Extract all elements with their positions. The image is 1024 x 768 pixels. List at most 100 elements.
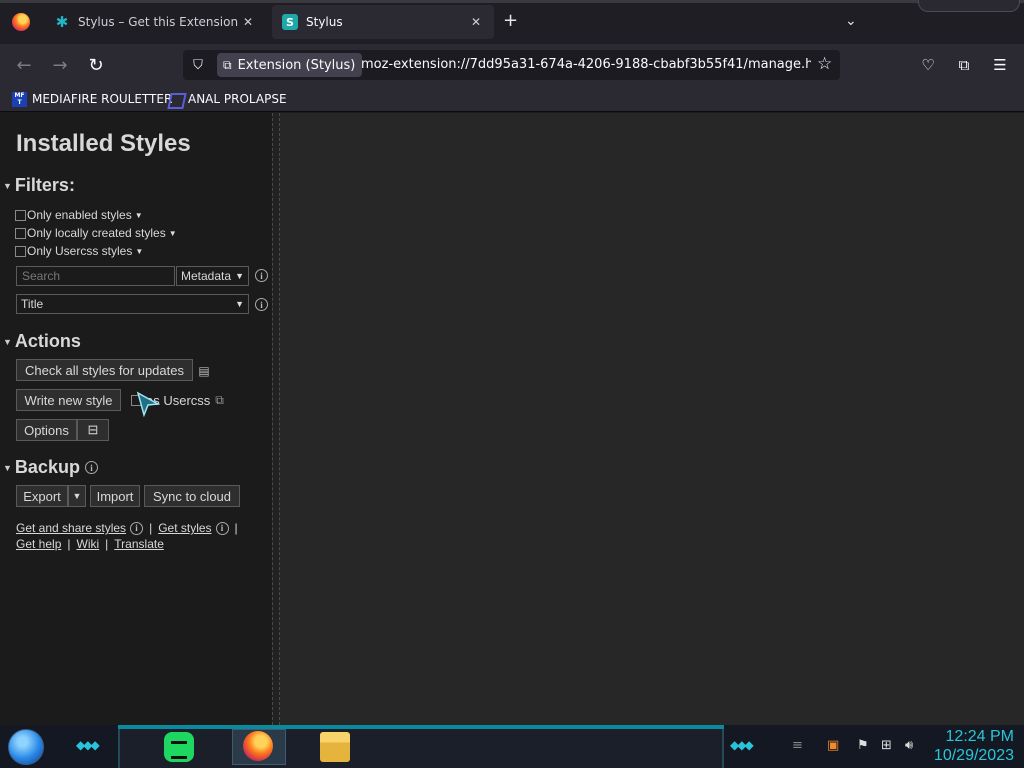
bookmark-second[interactable]: ANAL PROLAPSE xyxy=(168,90,287,108)
wiki-link[interactable]: Wiki xyxy=(77,537,100,551)
chevrons-icon: ◆◆◆ xyxy=(730,738,754,752)
bookmark-label: ANAL PROLAPSE xyxy=(188,92,287,106)
filter-local[interactable]: Only locally created styles ▼ xyxy=(15,225,177,241)
menu-icon[interactable]: ☰ xyxy=(989,54,1011,76)
pocket-icon[interactable]: ♡ xyxy=(917,54,939,76)
filters-heading[interactable]: ▼ Filters: xyxy=(3,175,75,196)
separator: | xyxy=(105,537,109,551)
flag-icon[interactable]: ⚑ xyxy=(857,738,869,753)
puzzle-icon: ✱ xyxy=(55,13,69,31)
triangle-down-icon: ▼ xyxy=(3,462,12,473)
search-mode-value: Metadata xyxy=(181,269,232,283)
popup-options-icon[interactable]: ⊟ xyxy=(77,419,109,441)
close-icon[interactable]: ✕ xyxy=(240,14,256,30)
separator: | xyxy=(67,537,71,551)
clock-date: 10/29/2023 xyxy=(933,747,1014,764)
options-button[interactable]: Options xyxy=(16,419,77,441)
info-icon[interactable]: i xyxy=(255,298,268,311)
shield-icon[interactable]: ⛉ xyxy=(189,56,207,74)
export-menu-caret[interactable]: ▼ xyxy=(68,485,86,507)
new-tab-button[interactable]: + xyxy=(503,11,518,31)
update-history-icon[interactable]: ▤ xyxy=(196,363,212,379)
caret-down-icon[interactable]: ▼ xyxy=(169,229,177,238)
forward-button[interactable]: → xyxy=(49,54,71,76)
taskbar: ◆◆◆ ◆◆◆ ≡ ▣ ⚑ ⊞ 🔊︎ 12:24 PM 10/29/2023 xyxy=(0,725,1024,768)
url-text[interactable]: moz-extension://7dd95a31-674a-4206-9188-… xyxy=(361,57,811,72)
clock-time: 12:24 PM xyxy=(945,728,1014,745)
links-row-1: Get and share styles i | Get styles i | xyxy=(16,521,244,535)
page-content: Installed Styles ▼ Filters: Only enabled… xyxy=(0,113,1024,725)
start-button[interactable] xyxy=(8,729,44,765)
sidebar-resize-handle[interactable] xyxy=(272,113,280,725)
sort-value: Title xyxy=(21,297,44,311)
caret-down-icon[interactable]: ▼ xyxy=(135,211,143,220)
info-icon[interactable]: i xyxy=(255,269,268,282)
back-button[interactable]: ← xyxy=(13,54,35,76)
close-icon[interactable]: ✕ xyxy=(468,14,484,30)
filter-usercss[interactable]: Only Usercss styles ▼ xyxy=(15,243,143,259)
star-icon[interactable]: ☆ xyxy=(817,54,832,74)
separator: | xyxy=(149,521,153,535)
filter-local-label: Only locally created styles xyxy=(27,226,166,240)
info-icon[interactable]: i xyxy=(130,521,144,535)
get-styles-link[interactable]: Get styles xyxy=(158,521,211,535)
chevron-down-icon[interactable]: ⌄ xyxy=(845,13,857,29)
firefox-icon[interactable] xyxy=(12,13,30,31)
extensions-icon[interactable]: ⧉ xyxy=(953,54,975,76)
info-icon[interactable]: i xyxy=(215,521,229,535)
search-mode-select[interactable]: Metadata ▼ xyxy=(176,266,249,286)
firefox-app-icon[interactable] xyxy=(243,731,273,761)
backup-heading-label: Backup xyxy=(14,457,80,477)
caret-down-icon[interactable]: ▼ xyxy=(135,247,143,256)
puzzle-icon: ⧉ xyxy=(223,57,232,72)
actions-heading-label: Actions xyxy=(14,331,81,351)
page-title: Installed Styles xyxy=(16,130,191,157)
styles-list-area xyxy=(280,113,1024,725)
bookmarks-bar: MF T MEDIAFIRE ROULETTER ANAL PROLAPSE xyxy=(0,86,1024,112)
screen: ✱ Stylus – Get this Extension for ✕ S St… xyxy=(0,0,1024,768)
sync-cloud-button[interactable]: Sync to cloud xyxy=(144,485,240,507)
write-new-style-button[interactable]: Write new style xyxy=(16,389,121,411)
export-button[interactable]: Export xyxy=(16,485,68,507)
tray-app-icon[interactable]: ▣ xyxy=(827,738,839,753)
clock[interactable]: 12:24 PM 10/29/2023 xyxy=(934,727,1014,765)
network-icon[interactable]: ⊞ xyxy=(881,738,892,753)
bookmark-label: MEDIAFIRE ROULETTER xyxy=(32,92,173,106)
tab-stylus-addon[interactable]: ✱ Stylus – Get this Extension for ✕ xyxy=(44,5,266,39)
identity-badge[interactable]: ⧉ Extension (Stylus) xyxy=(217,53,363,77)
mouse-cursor-icon xyxy=(136,391,160,417)
search-input[interactable]: Search xyxy=(16,266,175,286)
check-updates-button[interactable]: Check all styles for updates xyxy=(16,359,193,381)
window-controls[interactable] xyxy=(918,0,1020,12)
info-icon[interactable]: i xyxy=(84,461,98,474)
spotify-app-icon[interactable] xyxy=(164,732,194,762)
separator: | xyxy=(234,521,238,535)
file-explorer-icon[interactable] xyxy=(320,732,350,762)
show-hidden-icons[interactable]: ≡ xyxy=(792,738,803,753)
tab-stylus[interactable]: S Stylus ✕ xyxy=(272,5,494,39)
bookmark-mediafire[interactable]: MF T MEDIAFIRE ROULETTER xyxy=(12,90,172,108)
caret-down-icon: ▼ xyxy=(235,299,244,309)
filter-enabled-checkbox[interactable] xyxy=(15,209,26,221)
get-share-styles-link[interactable]: Get and share styles xyxy=(16,521,126,535)
filter-enabled[interactable]: Only enabled styles ▼ xyxy=(15,207,143,223)
backup-heading[interactable]: ▼ Backup i xyxy=(3,457,98,478)
filter-usercss-checkbox[interactable] xyxy=(15,245,26,257)
filter-usercss-label: Only Usercss styles xyxy=(27,244,133,258)
reload-button[interactable]: ↻ xyxy=(85,54,107,76)
navigation-bar: ← → ↻ ⛉ ⧉ Extension (Stylus) moz-extensi… xyxy=(0,44,1024,86)
bookmark-icon xyxy=(168,92,183,107)
external-link-icon[interactable]: ⧉ xyxy=(215,393,224,408)
import-button[interactable]: Import xyxy=(90,485,140,507)
taskbar-frame xyxy=(118,729,724,768)
url-bar[interactable]: ⛉ ⧉ Extension (Stylus) moz-extension://7… xyxy=(183,50,840,80)
actions-heading[interactable]: ▼ Actions xyxy=(3,331,81,352)
sort-select[interactable]: Title ▼ xyxy=(16,294,249,314)
mediafire-icon: MF T xyxy=(12,91,27,107)
chevrons-icon: ◆◆◆ xyxy=(76,738,100,752)
tab-strip: ✱ Stylus – Get this Extension for ✕ S St… xyxy=(0,0,1024,44)
get-help-link[interactable]: Get help xyxy=(16,537,61,551)
volume-icon[interactable]: 🔊︎ xyxy=(905,738,913,753)
translate-link[interactable]: Translate xyxy=(114,537,164,551)
filter-local-checkbox[interactable] xyxy=(15,227,26,239)
